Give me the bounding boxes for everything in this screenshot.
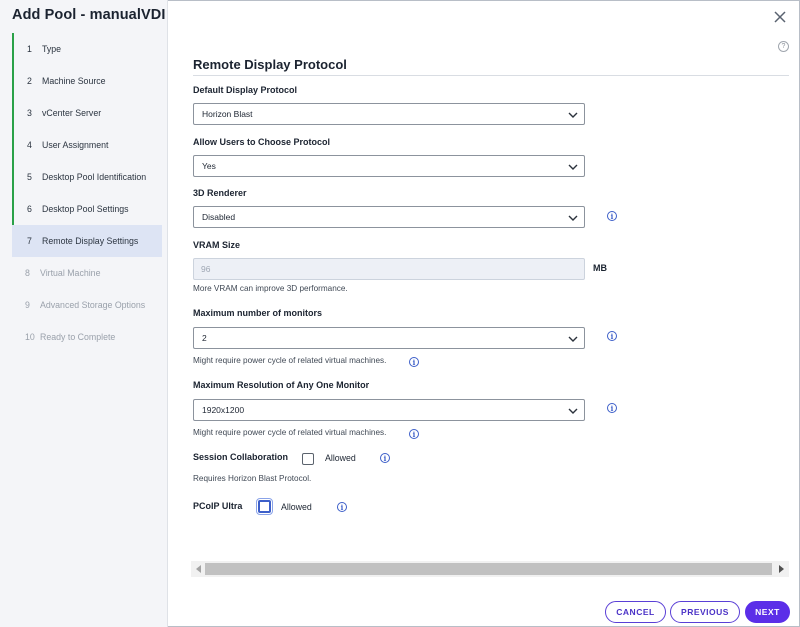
step-label: Type: [42, 44, 62, 54]
step-label: User Assignment: [42, 140, 109, 150]
pcoip-ultra-label: PCoIP Ultra: [193, 501, 243, 511]
chevron-down-icon: [568, 215, 578, 221]
default-protocol-label: Default Display Protocol: [193, 85, 298, 95]
step-virtual-machine: 8 Virtual Machine: [12, 257, 162, 289]
scroll-left-icon[interactable]: [196, 565, 201, 573]
session-collab-helper: Requires Horizon Blast Protocol.: [193, 474, 312, 483]
chevron-down-icon: [568, 112, 578, 118]
vram-unit: MB: [593, 263, 607, 273]
monitors-select[interactable]: 2: [193, 327, 585, 349]
step-label: Desktop Pool Identification: [42, 172, 147, 182]
close-icon: [774, 11, 786, 23]
step-label: Machine Source: [42, 76, 106, 86]
step-machine-source[interactable]: 2 Machine Source: [12, 65, 162, 97]
step-number: 7: [27, 236, 32, 246]
resolution-value: 1920x1200: [202, 405, 245, 415]
help-icon[interactable]: ?: [778, 41, 789, 52]
session-collab-info-icon[interactable]: i: [380, 453, 390, 463]
resolution-helper: Might require power cycle of related vir…: [193, 428, 387, 437]
step-number: 3: [27, 108, 32, 118]
step-desktop-pool-settings[interactable]: 6 Desktop Pool Settings: [12, 193, 162, 225]
resolution-select[interactable]: 1920x1200: [193, 399, 585, 421]
step-vcenter-server[interactable]: 3 vCenter Server: [12, 97, 162, 129]
session-collab-label: Session Collaboration: [193, 452, 289, 462]
renderer-info-icon[interactable]: i: [607, 211, 617, 221]
step-number: 6: [27, 204, 32, 214]
wizard-steps: 1 Type 2 Machine Source 3 vCenter Server 4U…: [12, 33, 162, 353]
vram-label: VRAM Size: [193, 240, 241, 250]
step-label: vCenter Server: [42, 108, 102, 118]
step-label: Virtual Machine: [40, 268, 101, 278]
step-advanced-storage-options: 9 Advanced Storage Options: [12, 289, 162, 321]
chevron-down-icon: [568, 408, 578, 414]
vram-input: 96: [193, 258, 585, 280]
next-button[interactable]: NEXT: [745, 601, 790, 623]
close-button[interactable]: [770, 7, 790, 27]
allow-choose-label: Allow Users to Choose Protocol: [193, 137, 331, 147]
renderer-select[interactable]: Disabled: [193, 206, 585, 228]
default-protocol-select[interactable]: Horizon Blast: [193, 103, 585, 125]
step-remote-display-settings[interactable]: 7 Remote Display Settings: [12, 225, 162, 257]
allow-choose-select[interactable]: Yes: [193, 155, 585, 177]
step-label: Ready to Complete: [40, 332, 116, 342]
vram-value: 96: [201, 264, 211, 274]
step-number: 9: [25, 300, 30, 310]
wizard-sidebar: Add Pool - manualVDI 1 Type 2 Machine Sour…: [0, 0, 168, 627]
monitors-helper: Might require power cycle of related vir…: [193, 356, 387, 365]
step-number: 4: [27, 140, 32, 150]
resolution-helper-info-icon[interactable]: i: [409, 429, 419, 439]
step-number: 8: [25, 268, 30, 278]
step-ready-to-complete: 10 Ready to Complete: [12, 321, 162, 353]
step-type[interactable]: 1 Type: [12, 33, 162, 65]
pcoip-ultra-checkbox[interactable]: [256, 498, 273, 515]
renderer-value: Disabled: [202, 212, 236, 222]
default-protocol-value: Horizon Blast: [202, 109, 253, 119]
chevron-down-icon: [568, 336, 578, 342]
step-number: 1: [27, 44, 32, 54]
wizard-title: Add Pool - manualVDI: [12, 7, 166, 23]
renderer-label: 3D Renderer: [193, 188, 247, 198]
step-user-assignment[interactable]: 4 User Assignment: [12, 129, 162, 161]
allow-choose-value: Yes: [202, 161, 216, 171]
resolution-label: Maximum Resolution of Any One Monitor: [193, 380, 370, 390]
step-desktop-pool-identification[interactable]: 5 Desktop Pool Identification: [12, 161, 162, 193]
cancel-button[interactable]: CANCEL: [605, 601, 666, 623]
scroll-right-icon[interactable]: [779, 565, 784, 573]
step-label: Remote Display Settings: [42, 236, 139, 246]
step-number: 5: [27, 172, 32, 182]
chevron-down-icon: [568, 164, 578, 170]
vram-helper: More VRAM can improve 3D performance.: [193, 284, 348, 293]
step-number: 2: [27, 76, 32, 86]
scroll-thumb[interactable]: [205, 563, 772, 575]
session-collab-checkbox-label[interactable]: Allowed: [325, 453, 356, 463]
previous-button[interactable]: PREVIOUS: [670, 601, 740, 623]
step-number: 10: [25, 332, 35, 342]
section-title: Remote Display Protocol: [193, 57, 347, 72]
resolution-info-icon[interactable]: i: [607, 403, 617, 413]
pcoip-ultra-checkbox-label[interactable]: Allowed: [281, 502, 312, 512]
monitors-helper-info-icon[interactable]: i: [409, 357, 419, 367]
step-label: Desktop Pool Settings: [42, 204, 129, 214]
step-label: Advanced Storage Options: [40, 300, 146, 310]
monitors-info-icon[interactable]: i: [607, 331, 617, 341]
monitors-value: 2: [202, 333, 207, 343]
session-collab-checkbox[interactable]: [302, 453, 314, 465]
section-divider: [193, 75, 789, 76]
horizontal-scrollbar[interactable]: [191, 561, 789, 577]
monitors-label: Maximum number of monitors: [193, 308, 323, 318]
pcoip-ultra-info-icon[interactable]: i: [337, 502, 347, 512]
